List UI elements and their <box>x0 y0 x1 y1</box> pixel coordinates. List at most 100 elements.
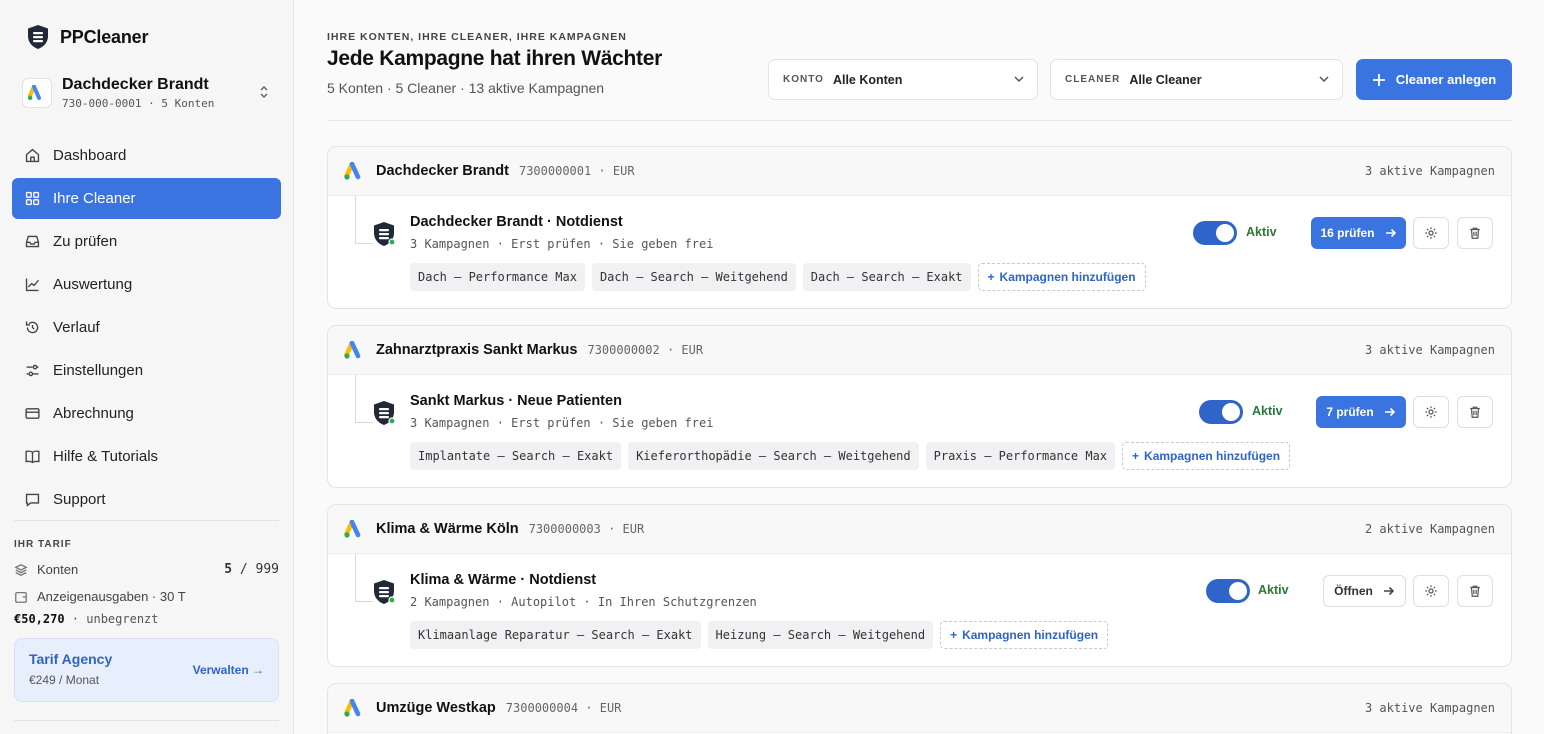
nav-item-auswertung[interactable]: Auswertung <box>12 264 281 305</box>
settings-button[interactable] <box>1413 575 1449 607</box>
nav-item-abrechnung[interactable]: Abrechnung <box>12 393 281 434</box>
page-subtitle: 5 Konten · 5 Cleaner · 13 aktive Kampagn… <box>327 80 605 96</box>
shield-logo-icon <box>28 25 48 49</box>
account-name: Dachdecker Brandt <box>62 76 209 93</box>
plan-heading: IHR TARIF <box>14 539 72 550</box>
nav-item-label: Auswertung <box>53 276 133 293</box>
add-campaigns-button[interactable]: + Kampagnen hinzufügen <box>977 263 1146 291</box>
plan-spend-row: Anzeigenausgaben · 30 T <box>14 589 279 604</box>
google-ads-logo-icon <box>344 519 361 538</box>
campaign-chip[interactable]: Dach — Search — Weitgehend <box>591 263 796 291</box>
delete-button[interactable] <box>1457 396 1493 428</box>
campaign-chip[interactable]: Kieferorthopädie — Search — Weitgehend <box>628 442 919 470</box>
chat-icon <box>25 493 40 507</box>
nav-item-label: Ihre Cleaner <box>53 190 136 207</box>
active-campaigns-count: 3 aktive Kampagnen <box>1364 343 1495 357</box>
card-icon <box>25 408 40 419</box>
toggle-label: Aktiv <box>1258 583 1289 597</box>
cleaner-name[interactable]: Sankt Markus · Neue Patienten <box>410 393 622 409</box>
delete-button[interactable] <box>1457 575 1493 607</box>
add-campaigns-button[interactable]: + Kampagnen hinzufügen <box>940 621 1109 649</box>
book-icon <box>25 450 40 464</box>
main-content: IHRE KONTEN, IHRE CLEANER, IHRE KAMPAGNE… <box>294 0 1544 734</box>
cleaner-row: Dachdecker Brandt · Notdienst 3 Kampagne… <box>328 196 1511 308</box>
delete-button[interactable] <box>1457 217 1493 249</box>
open-button[interactable]: Öffnen <box>1323 575 1406 607</box>
create-cleaner-button[interactable]: Cleaner anlegen <box>1356 59 1512 100</box>
filter-label: KONTO <box>783 74 824 85</box>
account-card-header: Umzüge Westkap 7300000004 · EUR 3 aktive… <box>328 684 1511 733</box>
toggle-label: Aktiv <box>1252 404 1283 418</box>
campaign-chip[interactable]: Klimaanlage Reparatur — Search — Exakt <box>410 621 701 649</box>
chevron-updown-icon[interactable] <box>258 84 270 100</box>
account-switcher[interactable]: Dachdecker Brandt 730-000-0001 · 5 Konte… <box>22 72 278 114</box>
plan-accounts-row: Konten 5 / 999 <box>14 562 279 577</box>
active-campaigns-count: 3 aktive Kampagnen <box>1364 701 1495 715</box>
trash-icon <box>1470 585 1480 597</box>
account-sub: 730-000-0001 · 5 Konten <box>62 97 215 110</box>
sidebar: PPCleaner Dachdecker Brandt 730-000-0001… <box>0 0 294 734</box>
nav-item-ihre-cleaner[interactable]: Ihre Cleaner <box>12 178 281 219</box>
nav-item-dashboard[interactable]: Dashboard <box>12 135 281 176</box>
campaign-chip[interactable]: Implantate — Search — Exakt <box>410 442 622 470</box>
account-filter-select[interactable]: KONTO Alle Konten <box>768 59 1038 100</box>
add-campaigns-button[interactable]: + Kampagnen hinzufügen <box>1122 442 1291 470</box>
nav-item-hilfe[interactable]: Hilfe & Tutorials <box>12 436 281 477</box>
plan-spend-label: Anzeigenausgaben · 30 T <box>37 589 186 604</box>
cleaner-row: Klima & Wärme · Notdienst 2 Kampagnen · … <box>328 554 1511 666</box>
nav-item-verlauf[interactable]: Verlauf <box>12 307 281 348</box>
account-card: Dachdecker Brandt 7300000001 · EUR 3 akt… <box>327 146 1512 309</box>
active-toggle[interactable] <box>1206 579 1250 603</box>
review-button[interactable]: 16 prüfen <box>1311 217 1406 249</box>
main-nav: Dashboard Ihre Cleaner Zu prüfen Auswert… <box>12 135 281 522</box>
inbox-icon <box>25 235 40 248</box>
nav-item-einstellungen[interactable]: Einstellungen <box>12 350 281 391</box>
cleaner-name[interactable]: Dachdecker Brandt · Notdienst <box>410 214 623 230</box>
account-name: Zahnarztpraxis Sankt Markus <box>376 342 578 358</box>
trash-icon <box>1470 406 1480 418</box>
trash-icon <box>1470 227 1480 239</box>
account-card-header: Zahnarztpraxis Sankt Markus 7300000002 ·… <box>328 326 1511 375</box>
tree-connector <box>355 196 373 244</box>
campaign-chip[interactable]: Heizung — Search — Weitgehend <box>707 621 934 649</box>
cleaner-name[interactable]: Klima & Wärme · Notdienst <box>410 572 596 588</box>
campaign-chips: Implantate — Search — Exakt Kieferorthop… <box>410 442 1291 470</box>
chevron-down-icon <box>1319 76 1329 83</box>
active-toggle[interactable] <box>1199 400 1243 424</box>
sliders-icon <box>26 364 39 377</box>
settings-button[interactable] <box>1413 217 1449 249</box>
arrow-right-icon: → <box>252 663 264 677</box>
cleaner-filter-select[interactable]: CLEANER Alle Cleaner <box>1050 59 1343 100</box>
campaign-chip[interactable]: Dach — Performance Max <box>410 263 585 291</box>
filter-value: Alle Cleaner <box>1129 72 1202 87</box>
chart-icon <box>25 278 39 292</box>
campaign-chip[interactable]: Praxis — Performance Max <box>925 442 1116 470</box>
cleaner-summary: 2 Kampagnen · Autopilot · In Ihren Schut… <box>410 595 757 609</box>
settings-button[interactable] <box>1413 396 1449 428</box>
grid-icon <box>25 191 40 206</box>
account-card: Zahnarztpraxis Sankt Markus 7300000002 ·… <box>327 325 1512 488</box>
gear-icon <box>1425 406 1437 418</box>
toggle-label: Aktiv <box>1246 225 1277 239</box>
plan-section: IHR TARIF Konten 5 / 999 Anzeigenausgabe… <box>14 520 279 702</box>
cleaner-shield-icon <box>374 222 396 246</box>
cleaner-shield-icon <box>374 580 396 604</box>
cleaner-summary: 3 Kampagnen · Erst prüfen · Sie geben fr… <box>410 237 714 251</box>
campaign-chip[interactable]: Dach — Search — Exakt <box>802 263 971 291</box>
google-ads-logo-icon <box>22 78 52 108</box>
review-button[interactable]: 7 prüfen <box>1316 396 1406 428</box>
nav-item-label: Zu prüfen <box>53 233 118 250</box>
campaign-chips: Dach — Performance Max Dach — Search — W… <box>410 263 1146 291</box>
manage-plan-link[interactable]: Verwalten → <box>193 663 264 677</box>
plus-icon <box>1372 73 1385 86</box>
nav-item-support[interactable]: Support <box>12 479 281 520</box>
google-ads-logo-icon <box>344 161 361 180</box>
tree-connector <box>355 375 373 423</box>
account-name: Klima & Wärme Köln <box>376 521 519 537</box>
account-meta: 7300000004 · EUR <box>505 701 622 715</box>
account-meta: 7300000002 · EUR <box>587 343 704 357</box>
nav-item-zu-pruefen[interactable]: Zu prüfen <box>12 221 281 262</box>
account-meta: 7300000001 · EUR <box>518 164 635 178</box>
active-toggle[interactable] <box>1193 221 1237 245</box>
brand[interactable]: PPCleaner <box>26 24 148 50</box>
